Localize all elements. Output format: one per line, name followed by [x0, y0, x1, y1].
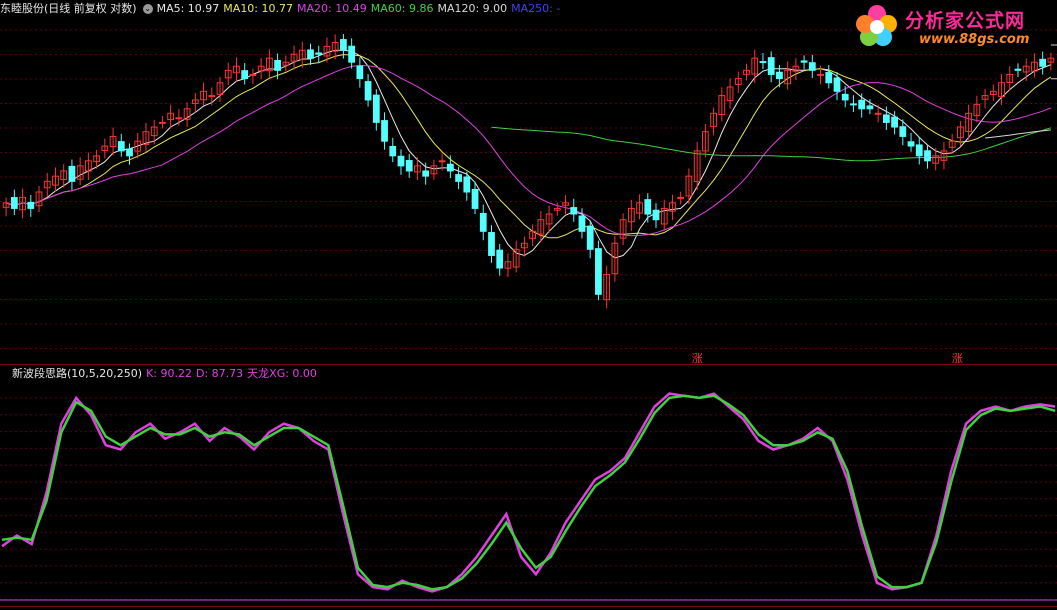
candle-down [578, 215, 586, 232]
ma20-line [5, 64, 1052, 237]
candle-down [858, 99, 866, 110]
candle-down [68, 165, 76, 182]
candle-up [874, 112, 882, 115]
candle-up [249, 73, 257, 76]
candle-down [841, 93, 849, 101]
candle-down [117, 141, 125, 152]
candle-down [1014, 68, 1022, 71]
candle-down [126, 148, 133, 157]
candle-up [677, 196, 685, 199]
candle-up [438, 160, 446, 163]
moving-average-lines [5, 49, 1052, 259]
candlestick-series [2, 34, 1055, 309]
candle-down [1039, 58, 1047, 67]
candle-down [455, 174, 462, 182]
candle-down [471, 188, 479, 209]
candle-up [175, 117, 183, 120]
ma250-label: MA250: - [511, 2, 561, 15]
k-line [1, 392, 1056, 593]
period-label: (日线 前复权 对数) [44, 2, 137, 15]
candle-down [340, 39, 347, 51]
ma5-label: MA5: 10.97 [156, 2, 220, 15]
candle-down [899, 126, 907, 137]
k-value-label: K: 90.22 [146, 367, 192, 380]
d-line [1, 394, 1056, 591]
candle-down [808, 62, 816, 71]
ma10-line [5, 54, 1052, 239]
ma5-line [5, 49, 1052, 259]
candle-down [825, 72, 833, 84]
candle-down [595, 248, 602, 295]
candle-down [586, 225, 594, 250]
candle-down [882, 114, 890, 123]
candle-down [10, 197, 18, 209]
flower-logo-icon [856, 5, 897, 46]
ma10-label: MA10: 10.77 [223, 2, 294, 15]
ma20-label: MA20: 10.49 [297, 2, 367, 15]
candle-down [915, 144, 923, 157]
candle-down [488, 232, 495, 256]
candle-down [405, 160, 413, 172]
candle-down [570, 207, 578, 215]
candle-down [356, 65, 364, 80]
candle-down [800, 60, 808, 63]
logo-url: www.88gs.com [919, 32, 1030, 47]
price-legend: 东睦股份(日线 前复权 对数) ⌄ MA5: 10.97 MA10: 10.77 MA2… [0, 0, 564, 18]
ma60-label: MA60: 9.86 [370, 2, 434, 15]
indicator-lines [0, 392, 1057, 601]
d-value-label: D: 87.73 [195, 367, 244, 380]
stock-chart-canvas[interactable]: 11.666.23涨涨 [0, 0, 1057, 610]
candle-down [767, 57, 775, 75]
candle-down [422, 170, 430, 177]
candle-down [315, 52, 323, 55]
bottom-border [0, 606, 1057, 607]
candle-down [389, 145, 397, 157]
candle-down [644, 199, 652, 215]
candle-down [463, 176, 471, 193]
logo-title: 分析家公式网 [905, 10, 1026, 32]
stock-name[interactable]: 东睦股份 [0, 2, 44, 15]
site-logo: 分析家公式网 www.88gs.com [853, 2, 1053, 52]
candle-down [907, 141, 915, 147]
candle-down [397, 155, 405, 167]
price-grid [0, 29, 1057, 349]
indicator-grid [0, 397, 1057, 601]
candle-down [348, 45, 356, 63]
candle-down [364, 81, 372, 101]
candle-down [776, 71, 783, 80]
candle-down [446, 163, 454, 172]
candle-up [159, 121, 166, 124]
ma60-line [491, 126, 1052, 162]
candle-down [496, 249, 504, 269]
candle-down [307, 49, 314, 59]
candle-down [241, 70, 249, 80]
ma120-line [985, 129, 1051, 139]
candle-down [759, 61, 767, 64]
candle-down [850, 103, 857, 106]
candle-down [479, 212, 487, 232]
circle-arrow-icon[interactable]: ⌄ [142, 4, 153, 14]
candle-down [924, 150, 931, 162]
candle-down [274, 60, 281, 71]
candle-down [652, 209, 660, 221]
indicator-legend: 新波段思路(10,5,20,250) K: 90.22 D: 87.73 天龙XG: … [0, 365, 321, 383]
candle-down [891, 116, 898, 128]
xg-value-label: 天龙XG: 0.00 [247, 367, 317, 380]
candle-down [372, 94, 380, 123]
candle-down [866, 105, 874, 110]
indicator-name[interactable]: 新波段思路(10,5,20,250) [12, 367, 142, 380]
candle-down [27, 201, 35, 209]
candle-down [381, 120, 388, 142]
ma120-label: MA120: 9.00 [437, 2, 508, 15]
candle-down [833, 77, 841, 92]
